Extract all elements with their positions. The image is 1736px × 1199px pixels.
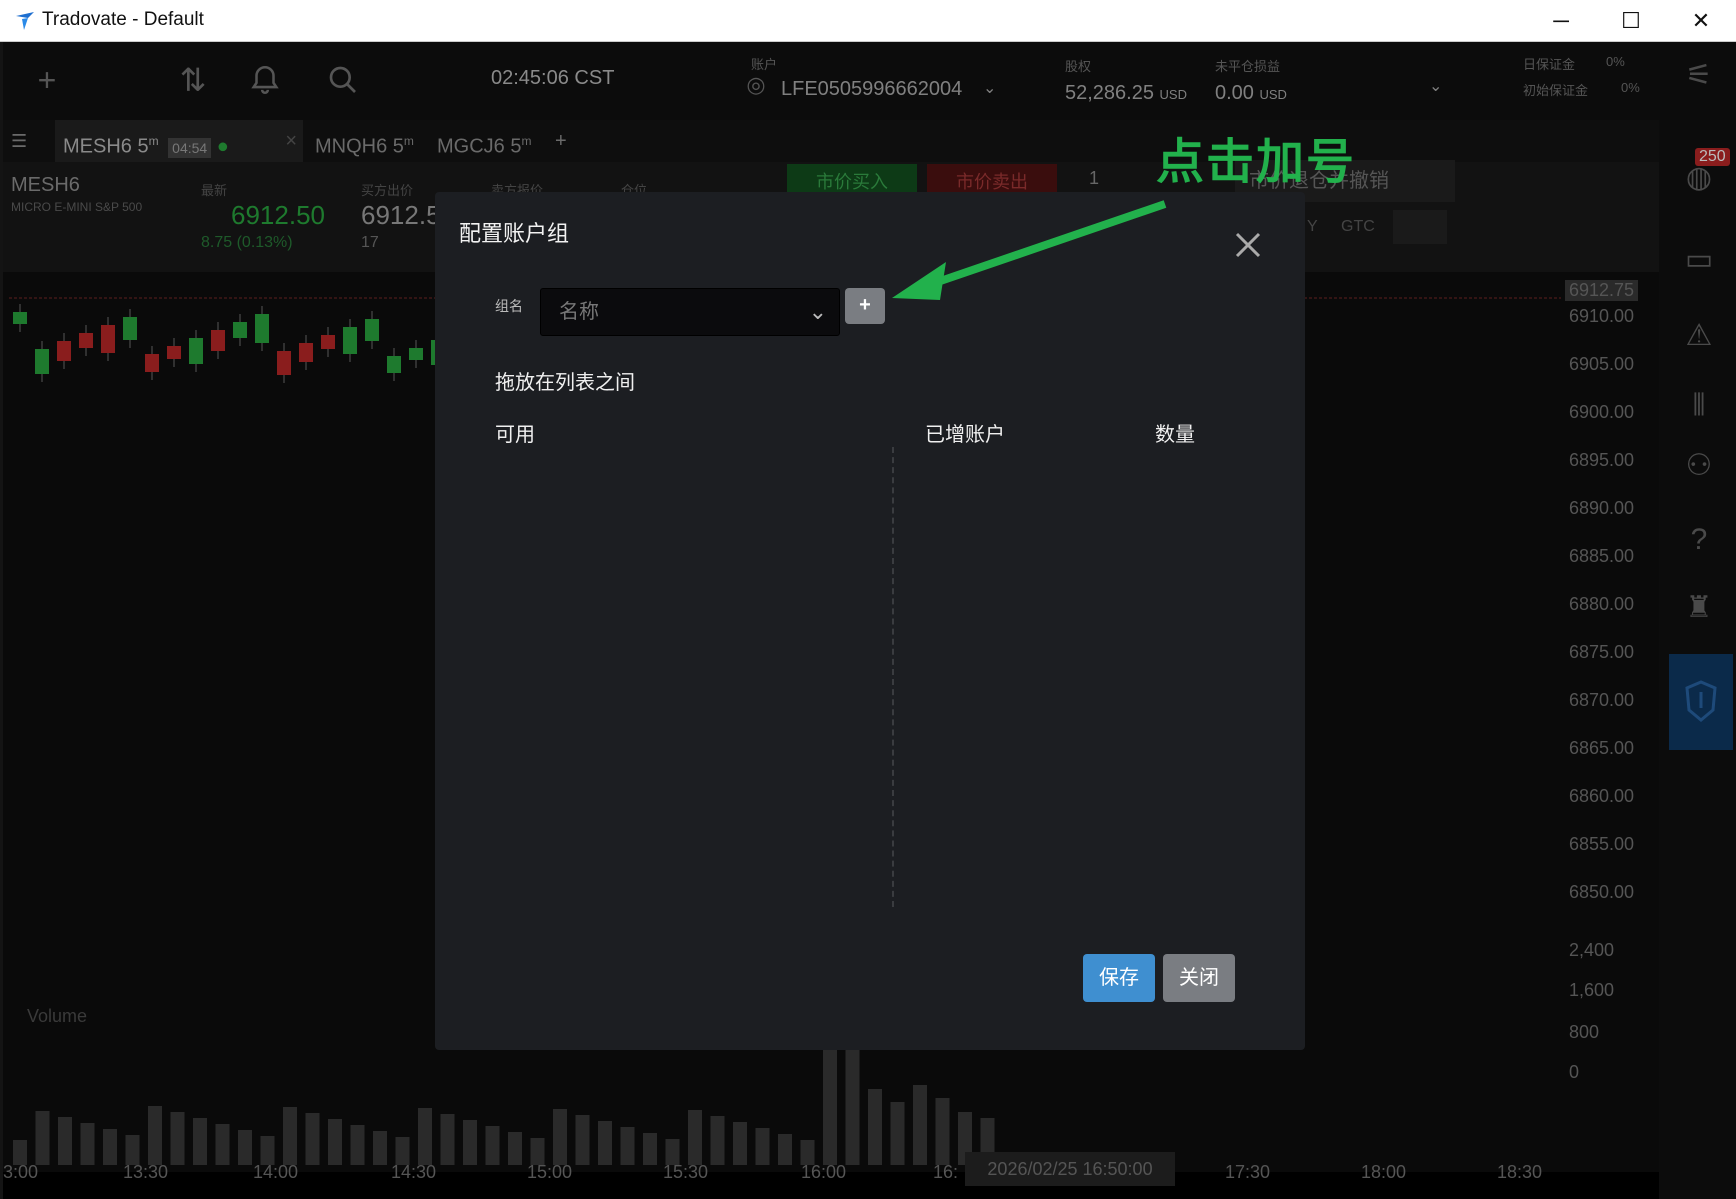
annotation-arrow [892, 200, 1167, 300]
